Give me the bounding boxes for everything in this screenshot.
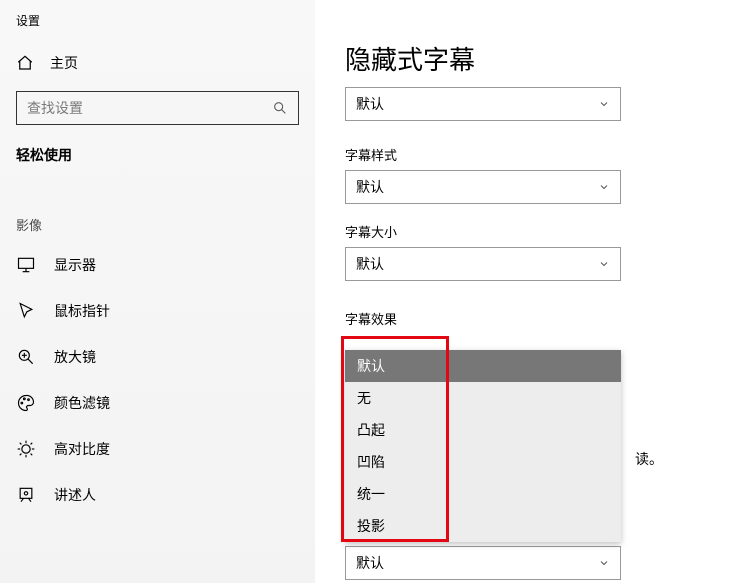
caption-size-label: 字幕大小 <box>345 222 746 247</box>
sidebar-item-magnifier[interactable]: 放大镜 <box>0 334 315 380</box>
sidebar-item-narrator[interactable]: 讲述人 <box>0 472 315 518</box>
caption-effect-dropdown: 默认 无 凸起 凹陷 统一 投影 <box>345 350 621 542</box>
dropdown-option[interactable]: 无 <box>345 382 621 414</box>
section-title: 轻松使用 <box>0 125 315 173</box>
dropdown-option[interactable]: 凸起 <box>345 414 621 446</box>
trailing-text: 读。 <box>635 449 663 469</box>
select-value: 默认 <box>356 94 384 114</box>
select-value: 默认 <box>356 553 384 573</box>
caption-effect-label: 字幕效果 <box>345 309 746 334</box>
caption-style-label: 字幕样式 <box>345 145 746 170</box>
cursor-icon <box>16 301 36 321</box>
caption-bottom-select[interactable]: 默认 <box>345 546 621 580</box>
search-input[interactable] <box>27 100 272 116</box>
sidebar-item-color-filters[interactable]: 颜色滤镜 <box>0 380 315 426</box>
contrast-icon <box>16 439 36 459</box>
dropdown-option[interactable]: 投影 <box>345 510 621 542</box>
magnifier-icon <box>16 347 36 367</box>
home-nav[interactable]: 主页 <box>0 47 315 83</box>
caption-style-select[interactable]: 默认 <box>345 170 621 204</box>
sidebar-item-label: 显示器 <box>54 255 96 275</box>
sidebar-item-label: 高对比度 <box>54 439 110 459</box>
narrator-icon <box>16 485 36 505</box>
dropdown-option[interactable]: 凹陷 <box>345 446 621 478</box>
search-box[interactable] <box>16 91 299 125</box>
caption-size-select[interactable]: 默认 <box>345 247 621 281</box>
chevron-down-icon <box>598 98 610 110</box>
sidebar-item-label: 颜色滤镜 <box>54 393 110 413</box>
dropdown-option[interactable]: 统一 <box>345 478 621 510</box>
select-value: 默认 <box>356 254 384 274</box>
caption-color-select[interactable]: 默认 <box>345 87 621 121</box>
sidebar-item-cursor[interactable]: 鼠标指针 <box>0 288 315 334</box>
search-icon <box>272 100 288 116</box>
sidebar-item-label: 放大镜 <box>54 347 96 367</box>
monitor-icon <box>16 255 36 275</box>
chevron-down-icon <box>598 258 610 270</box>
dropdown-option[interactable]: 默认 <box>345 350 621 382</box>
sidebar-item-label: 鼠标指针 <box>54 301 110 321</box>
sidebar-item-label: 讲述人 <box>54 485 96 505</box>
chevron-down-icon <box>598 181 610 193</box>
sidebar: 设置 主页 轻松使用 影像 显示器 鼠标指针 放大镜 颜色 <box>0 0 315 583</box>
sidebar-item-high-contrast[interactable]: 高对比度 <box>0 426 315 472</box>
chevron-down-icon <box>598 557 610 569</box>
group-title: 影像 <box>0 173 315 242</box>
palette-icon <box>16 393 36 413</box>
settings-header: 设置 <box>0 12 315 47</box>
sidebar-item-display[interactable]: 显示器 <box>0 242 315 288</box>
home-label: 主页 <box>50 53 78 73</box>
content: 隐藏式字幕 默认 字幕样式 默认 字幕大小 默认 字幕效果 默认 无 凸起 <box>315 0 746 583</box>
page-title: 隐藏式字幕 <box>315 40 746 87</box>
home-icon <box>16 54 34 72</box>
select-value: 默认 <box>356 177 384 197</box>
